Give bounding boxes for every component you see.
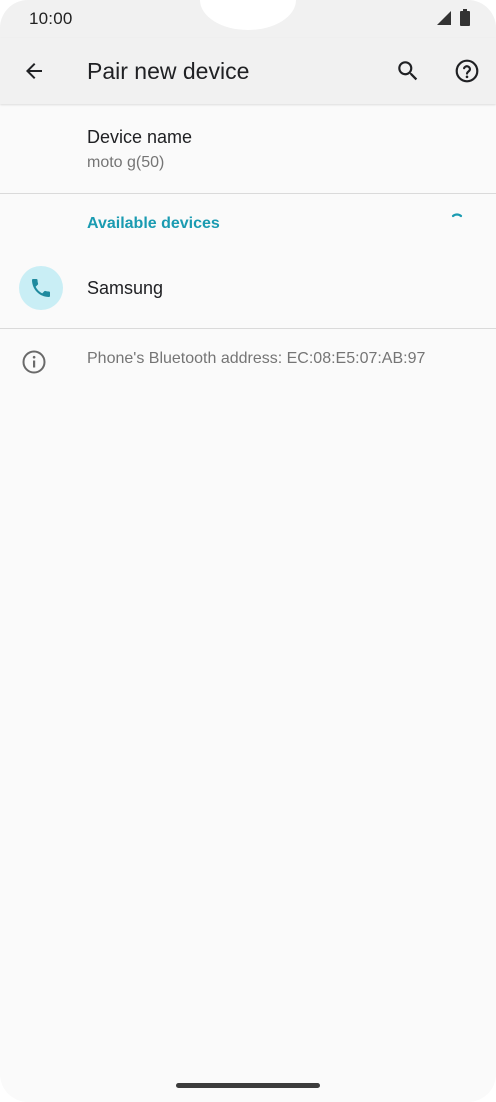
- device-name-value: moto g(50): [87, 154, 165, 171]
- divider: [0, 193, 496, 194]
- help-button[interactable]: [447, 51, 487, 91]
- device-name-setting[interactable]: Device name moto g(50): [0, 106, 496, 193]
- phone-icon: [32, 279, 50, 297]
- divider: [0, 328, 496, 329]
- device-name-label: Device name: [87, 127, 193, 147]
- arrow-back-icon: [26, 63, 42, 79]
- available-device-item[interactable]: Samsung: [0, 250, 496, 326]
- device-avatar: [19, 266, 63, 310]
- camera-notch: [200, 0, 296, 30]
- device-label: Samsung: [87, 278, 164, 298]
- status-bar: 10:00: [0, 0, 496, 38]
- signal-icon: [436, 10, 452, 31]
- app-bar: Pair new device: [0, 38, 496, 104]
- status-time: 10:00: [29, 9, 73, 28]
- status-icons: [436, 9, 470, 31]
- page-title: Pair new device: [87, 58, 250, 84]
- info-icon: [22, 350, 46, 374]
- gesture-nav-handle[interactable]: [176, 1083, 320, 1088]
- search-icon: [398, 61, 418, 81]
- help-icon: [455, 59, 479, 83]
- phone-screen: 10:00 Pair new device Device name moto g…: [0, 0, 496, 1102]
- available-devices-header: Available devices: [87, 215, 220, 232]
- battery-icon: [460, 9, 470, 31]
- search-button[interactable]: [388, 51, 428, 91]
- back-button[interactable]: [14, 51, 54, 91]
- bluetooth-address-text: Phone's Bluetooth address: EC:08:E5:07:A…: [87, 350, 426, 367]
- loading-spinner-icon: [451, 213, 463, 218]
